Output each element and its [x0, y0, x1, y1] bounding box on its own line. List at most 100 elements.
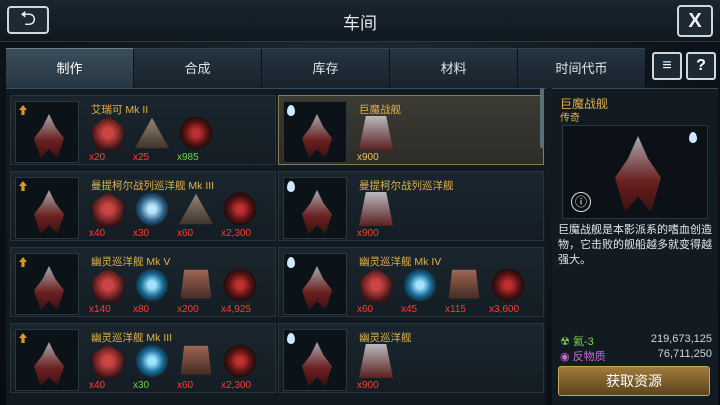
list-scrollbar[interactable]	[540, 88, 544, 148]
blueprint-card[interactable]: 幽灵巡洋舰 x900	[278, 323, 544, 393]
helium-value: 219,673,125	[650, 333, 712, 345]
filter-icon: ≡	[662, 57, 672, 74]
shield-triangle-material-icon	[135, 192, 169, 226]
material-count: x140	[89, 304, 111, 315]
top-bar: ⮌ 车间 X	[0, 0, 720, 42]
antimatter-icon: ◉	[560, 351, 570, 363]
material-count: x45	[401, 304, 418, 315]
close-button[interactable]: X	[677, 5, 713, 37]
armor-material-icon	[448, 269, 480, 299]
card-name: 幽灵巡洋舰 Mk IV	[359, 256, 442, 268]
armor-material-icon	[180, 269, 212, 299]
material-count: x115	[445, 304, 466, 315]
shield-material-icon	[403, 268, 437, 302]
filter-button[interactable]: ≡	[652, 52, 682, 80]
biohazard-material-icon	[223, 192, 257, 226]
hull-material-icon	[359, 268, 393, 302]
material-count: x2,300	[221, 380, 252, 391]
material-count: x2,300	[221, 228, 252, 239]
blueprint-card[interactable]: 幽灵巡洋舰 Mk V x140 x80 x200 x4,925	[10, 247, 276, 317]
biohazard-material-icon	[179, 116, 213, 150]
blueprint-card[interactable]: 幽灵巡洋舰 Mk III x40 x30 x60 x2,300	[10, 323, 276, 393]
ship-image	[34, 114, 64, 158]
card-name: 幽灵巡洋舰	[359, 332, 412, 344]
material-count: x200	[177, 304, 199, 315]
resource-antimatter: ◉ 反物质 76,711,250	[560, 348, 712, 364]
tab-materials[interactable]: 材料	[390, 48, 518, 88]
material-count: x40	[89, 380, 106, 391]
hull-material-icon	[91, 344, 125, 378]
blueprint-icon	[359, 192, 393, 226]
help-icon: ?	[696, 57, 706, 74]
detail-ship-view: ⓘ	[562, 125, 708, 219]
blueprint-card[interactable]: 曼提柯尔战列巡洋舰 x900	[278, 171, 544, 241]
material-count: x60	[357, 304, 374, 315]
tab-inventory[interactable]: 库存	[262, 48, 390, 88]
card-name: 曼提柯尔战列巡洋舰 Mk III	[91, 180, 215, 192]
material-count: x4,925	[221, 304, 252, 315]
hull-material-icon	[91, 268, 125, 302]
material-count: x3,600	[489, 304, 520, 315]
ship-thumbnail	[283, 101, 347, 163]
tab-time-tokens[interactable]: 时间代币	[518, 48, 646, 88]
biohazard-material-icon	[223, 268, 257, 302]
antimatter-label: 反物质	[572, 351, 606, 363]
tab-craft[interactable]: 制作	[6, 48, 134, 92]
ship-image	[302, 342, 332, 386]
helium-icon: ☢	[560, 336, 570, 348]
biohazard-material-icon	[223, 344, 257, 378]
material-count: x60	[177, 228, 194, 239]
info-icon[interactable]: ⓘ	[571, 192, 591, 212]
help-button[interactable]: ?	[686, 52, 716, 80]
ship-thumbnail	[283, 329, 347, 391]
blueprint-card[interactable]: 艾瑞可 Mk II x20 x25 x985	[10, 95, 276, 165]
ship-thumbnail	[283, 177, 347, 239]
material-count: x40	[89, 228, 106, 239]
card-name: 巨魔战舰	[359, 104, 401, 116]
ship-thumbnail	[283, 253, 347, 315]
material-count: x900	[357, 380, 379, 391]
ship-image	[302, 266, 332, 310]
ship-image	[302, 114, 332, 158]
tab-combine[interactable]: 合成	[134, 48, 262, 88]
water-drop-icon	[287, 105, 295, 116]
water-drop-icon	[689, 132, 697, 143]
material-count: x25	[133, 152, 150, 163]
material-count: x900	[357, 228, 379, 239]
ship-thumbnail	[15, 329, 79, 391]
blueprint-icon	[359, 116, 393, 150]
ship-image	[302, 190, 332, 234]
water-drop-icon	[287, 257, 295, 268]
material-count: x30	[133, 380, 150, 391]
blueprint-card[interactable]: 曼提柯尔战列巡洋舰 Mk III x40 x30 x60 x2,300	[10, 171, 276, 241]
detail-panel: 巨魔战舰 传奇 ⓘ 巨魔战舰是本影派系的嗜血创造物，它击败的舰船越多就变得越强大…	[552, 88, 718, 405]
ship-thumbnail	[15, 101, 79, 163]
material-count: x20	[89, 152, 106, 163]
material-count: x900	[357, 152, 379, 163]
material-count: x60	[177, 380, 194, 391]
water-drop-icon	[287, 333, 295, 344]
upgrade-arrow-icon	[19, 257, 27, 267]
card-name: 幽灵巡洋舰 Mk V	[91, 256, 171, 268]
blueprint-list: 艾瑞可 Mk II x20 x25 x985 巨魔战舰 x900 曼提柯尔战列巡洋舰 Mk …	[6, 88, 546, 405]
upgrade-arrow-icon	[19, 333, 27, 343]
card-name: 幽灵巡洋舰 Mk III	[91, 332, 173, 344]
shield-material-icon	[135, 344, 169, 378]
blueprint-card[interactable]: 巨魔战舰 x900	[278, 95, 544, 165]
page-title: 车间	[343, 14, 377, 33]
material-count: x30	[133, 228, 150, 239]
antimatter-value: 76,711,250	[657, 348, 712, 360]
ship-image	[34, 342, 64, 386]
get-resources-button[interactable]: 获取资源	[558, 366, 710, 396]
hull-material-icon	[91, 116, 125, 150]
material-count: x985	[177, 152, 199, 163]
ship-thumbnail	[15, 253, 79, 315]
blueprint-card[interactable]: 幽灵巡洋舰 Mk IV x60 x45 x115 x3,600	[278, 247, 544, 317]
detail-rarity: 传奇	[560, 113, 580, 124]
upgrade-arrow-icon	[19, 181, 27, 191]
ship-thumbnail	[15, 177, 79, 239]
triangle-material-icon	[135, 117, 169, 149]
armor-material-icon	[180, 345, 212, 375]
card-name: 曼提柯尔战列巡洋舰	[359, 180, 454, 192]
card-name: 艾瑞可 Mk II	[91, 104, 149, 116]
